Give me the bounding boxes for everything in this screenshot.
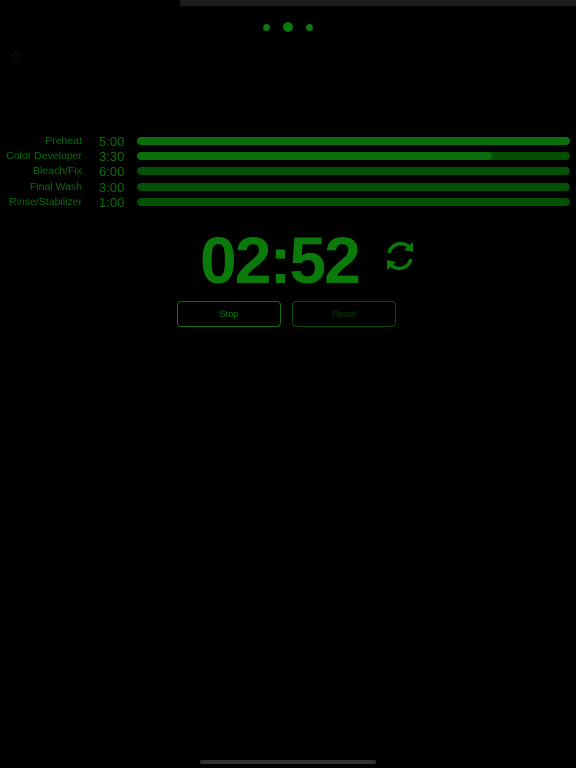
step-progress-bar <box>137 152 570 161</box>
step-row: Bleach/Fix 6:00 <box>0 164 576 179</box>
step-label: Final Wash <box>29 180 82 193</box>
step-label: Preheat <box>45 135 82 147</box>
home-indicator <box>200 760 376 764</box>
stop-button[interactable]: Stop <box>177 301 281 327</box>
page-dot[interactable] <box>306 24 313 31</box>
timer-display: 02:52 <box>200 223 361 297</box>
step-time: 1:00 <box>99 194 125 210</box>
refresh-icon[interactable] <box>382 238 418 279</box>
step-time: 3:30 <box>99 149 125 165</box>
reset-button[interactable]: Reset <box>292 301 396 327</box>
step-label: Bleach/Fix <box>32 165 82 178</box>
step-time: 3:00 <box>99 179 125 195</box>
step-progress-fill <box>137 152 493 161</box>
step-progress-bar <box>137 167 570 176</box>
page-indicator[interactable] <box>0 22 576 32</box>
step-progress-bar <box>137 182 570 191</box>
step-progress-fill <box>137 137 570 145</box>
step-label: Rinse/Stabilizer <box>9 195 82 208</box>
step-progress-bar <box>137 197 570 206</box>
page-dot-active[interactable] <box>283 22 293 32</box>
step-row: Color Developer 3:30 <box>0 149 576 164</box>
step-progress-bar <box>137 137 570 145</box>
star-icon[interactable]: ☆ <box>9 47 22 65</box>
step-row: Rinse/Stabilizer 1:00 <box>0 195 576 210</box>
step-time: 5:00 <box>99 134 125 149</box>
step-row: Final Wash 3:00 <box>0 180 576 195</box>
step-row: Preheat 5:00 <box>0 134 576 149</box>
step-time: 6:00 <box>99 164 125 180</box>
step-label: Color Developer <box>6 150 82 163</box>
page-dot[interactable] <box>263 24 270 31</box>
status-bar <box>180 0 576 6</box>
